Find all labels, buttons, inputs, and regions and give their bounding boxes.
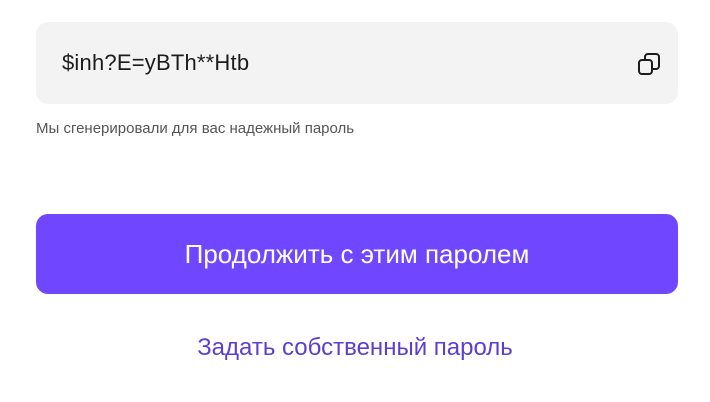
generated-password-value: $inh?E=yBTh**Htb (62, 50, 250, 75)
continue-with-password-button[interactable]: Продолжить с этим паролем (36, 214, 678, 294)
copy-icon[interactable] (636, 51, 662, 77)
password-hint: Мы сгенерировали для вас надежный пароль (36, 120, 355, 137)
set-own-password-link[interactable]: Задать собственный пароль (0, 334, 710, 362)
generated-password-field[interactable]: $inh?E=yBTh**Htb (36, 22, 678, 104)
